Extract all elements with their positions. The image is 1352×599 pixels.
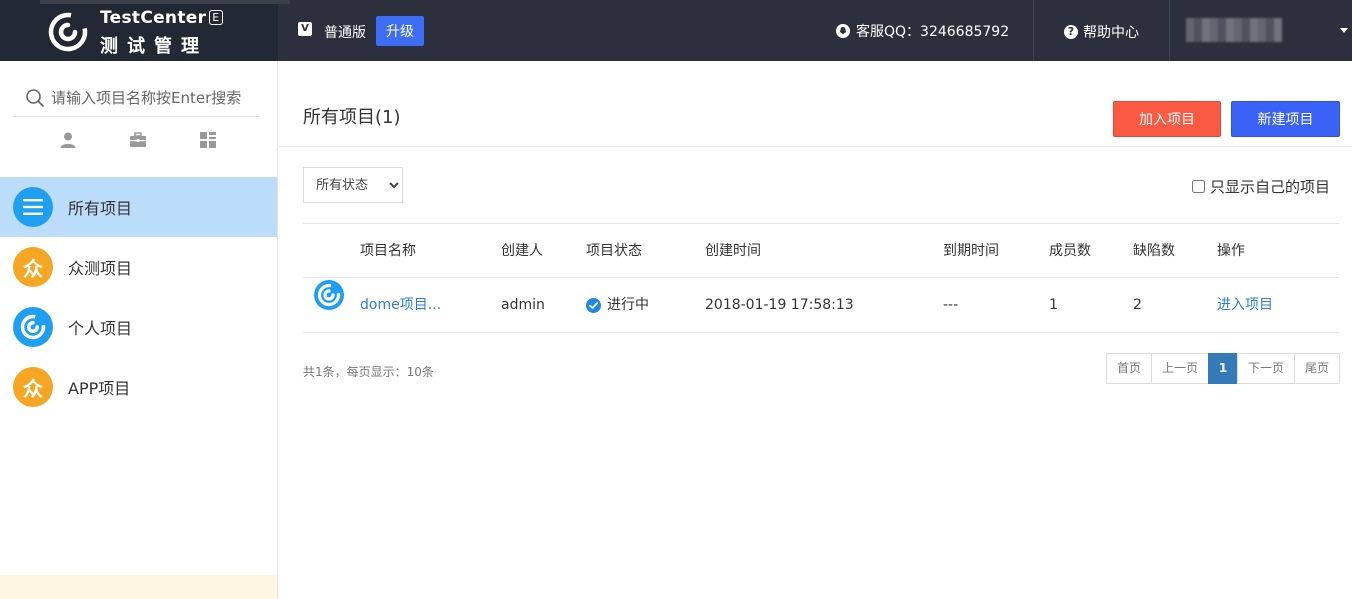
search-input[interactable] <box>51 88 246 107</box>
check-circle-icon <box>586 298 601 313</box>
support-qq[interactable]: 客服QQ：3246685792 <box>836 21 1009 41</box>
crowd-icon: 众 <box>13 247 53 287</box>
briefcase-icon[interactable] <box>129 131 147 149</box>
column-header: 项目名称 <box>360 243 416 259</box>
page-next-button[interactable]: 下一页 <box>1237 353 1295 384</box>
sidebar-item-label: 所有项目 <box>68 199 133 218</box>
qq-icon <box>836 24 850 38</box>
main-content: 所有项目(1) 加入项目 新建项目 所有状态 只显示自己的项目 项目名称 创建人… <box>279 61 1352 599</box>
list-icon <box>13 187 53 227</box>
help-icon: ? <box>1064 25 1078 39</box>
crowd-icon: 众 <box>13 367 53 407</box>
project-member-count: 1 <box>1049 297 1058 313</box>
project-search <box>13 79 260 117</box>
header-divider <box>1169 0 1170 61</box>
support-qq-text: 客服QQ：3246685792 <box>856 24 1010 40</box>
project-status-text: 进行中 <box>607 297 649 313</box>
project-created-time: 2018-01-19 17:58:13 <box>705 297 854 313</box>
help-center-link[interactable]: ? 帮助中心 <box>1064 22 1139 42</box>
brand-subtitle: 测试管理 <box>100 36 208 57</box>
page-prev-button[interactable]: 上一页 <box>1151 353 1209 384</box>
logo-area[interactable]: TestCenter E 测试管理 <box>0 0 290 61</box>
column-header: 创建时间 <box>705 243 761 259</box>
version-label: 普通版 <box>324 25 366 41</box>
column-header: 操作 <box>1217 243 1245 259</box>
edition-mark: E <box>209 10 223 25</box>
project-expire-time: --- <box>943 297 959 313</box>
projects-table: 项目名称 创建人 项目状态 创建时间 到期时间 成员数 缺陷数 操作 dome项… <box>303 223 1339 333</box>
join-project-button[interactable]: 加入项目 <box>1113 101 1221 137</box>
brand-title: TestCenter E <box>100 8 223 28</box>
user-icon[interactable] <box>59 131 77 149</box>
header-divider <box>1033 0 1034 61</box>
page-title: 所有项目(1) <box>303 107 401 128</box>
sidebar: 所有项目 众 众测项目 个人项目 众 APP项目 <box>0 61 278 599</box>
sidebar-item-label: 个人项目 <box>68 319 133 338</box>
page-current-button[interactable]: 1 <box>1208 353 1238 384</box>
own-projects-checkbox[interactable] <box>1192 180 1205 193</box>
column-header: 到期时间 <box>943 243 999 259</box>
sidebar-item-all-projects[interactable]: 所有项目 <box>0 177 277 237</box>
user-name-blurred[interactable] <box>1186 18 1282 42</box>
project-creator: admin <box>501 297 545 313</box>
grid-layout-icon[interactable] <box>199 131 217 149</box>
project-name-link[interactable]: dome项目... <box>360 278 441 333</box>
table-row: dome项目... admin 进行中 2018-01-19 17:58:13 … <box>303 278 1339 333</box>
sidebar-toolbar <box>0 131 278 151</box>
help-center-label: 帮助中心 <box>1083 25 1139 41</box>
column-header: 缺陷数 <box>1133 243 1175 259</box>
pagination: 首页 上一页 1 下一页 尾页 <box>1106 353 1340 384</box>
table-header: 项目名称 创建人 项目状态 创建时间 到期时间 成员数 缺陷数 操作 <box>303 223 1339 278</box>
project-logo-icon <box>314 280 344 310</box>
own-projects-label: 只显示自己的项目 <box>1210 178 1331 196</box>
project-defect-count: 2 <box>1133 297 1142 313</box>
divider <box>279 146 1352 147</box>
sidebar-footer <box>0 575 277 599</box>
sidebar-item-app-projects[interactable]: 众 APP项目 <box>0 357 277 417</box>
status-filter-select[interactable]: 所有状态 <box>303 167 403 203</box>
sidebar-item-personal-projects[interactable]: 个人项目 <box>0 297 277 357</box>
logo-top-strip <box>40 0 290 4</box>
enter-project-link[interactable]: 进入项目 <box>1217 278 1273 333</box>
upgrade-button[interactable]: 升级 <box>376 16 424 46</box>
page-last-button[interactable]: 尾页 <box>1294 353 1340 384</box>
top-bar: TestCenter E 测试管理 V 普通版 升级 客服QQ：324668579… <box>0 0 1352 61</box>
user-menu-caret-icon[interactable] <box>1340 28 1348 33</box>
new-project-button[interactable]: 新建项目 <box>1231 101 1340 137</box>
column-header: 成员数 <box>1049 243 1091 259</box>
pagination-info: 共1条，每页显示：10条 <box>303 365 434 379</box>
testcenter-logo-icon <box>48 12 88 52</box>
testcenter-logo-icon <box>13 307 53 347</box>
sidebar-item-crowd-projects[interactable]: 众 众测项目 <box>0 237 277 297</box>
project-status: 进行中 <box>586 278 649 333</box>
column-header: 创建人 <box>501 243 543 259</box>
sidebar-item-label: 众测项目 <box>68 259 133 278</box>
sidebar-item-label: APP项目 <box>68 379 131 398</box>
search-icon <box>26 88 44 107</box>
column-header: 项目状态 <box>586 243 642 259</box>
own-projects-filter[interactable]: 只显示自己的项目 <box>1192 176 1330 197</box>
page-first-button[interactable]: 首页 <box>1106 353 1152 384</box>
version-icon: V <box>298 22 312 36</box>
